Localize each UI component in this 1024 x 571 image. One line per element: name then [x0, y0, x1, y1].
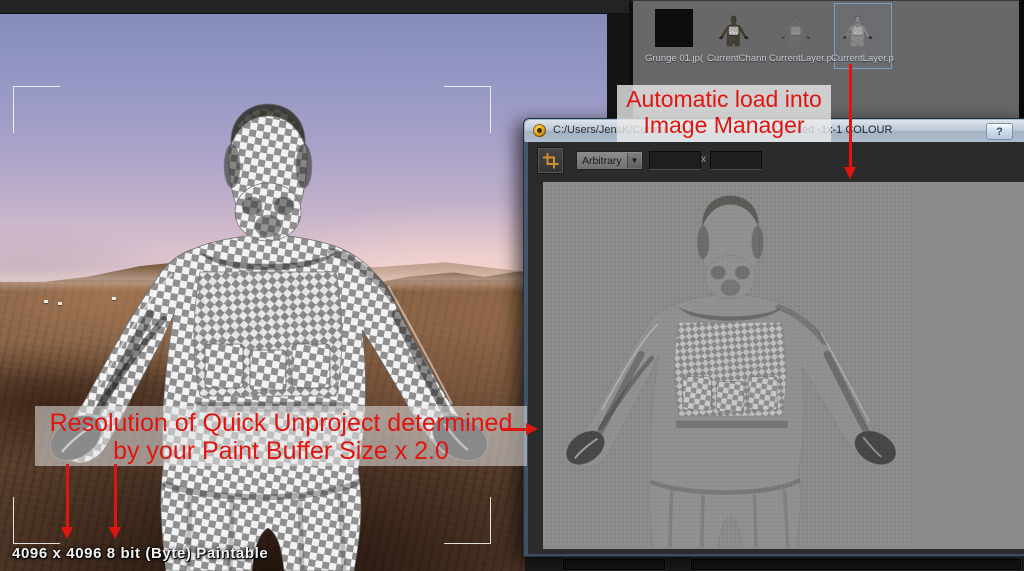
- thumbnail-label: CurrentChann: [707, 53, 767, 64]
- chevron-down-icon: ▼: [627, 153, 641, 168]
- resolution-status-text: 4096 x 4096 8 bit (Byte) Paintable: [12, 545, 268, 562]
- annotation-line: Automatic load into: [617, 87, 831, 113]
- help-button[interactable]: ?: [986, 123, 1013, 140]
- arrow-to-window: [501, 428, 533, 431]
- height-input[interactable]: [710, 151, 762, 170]
- thumbnail-label: CurrentLayer.p: [769, 53, 832, 64]
- grunge-thumbnail-image: [654, 6, 694, 50]
- top-menu-bar: [0, 0, 633, 14]
- aspect-preset-dropdown[interactable]: Arbitrary ▼: [576, 151, 643, 170]
- faint-thumbnail-image: [778, 6, 818, 50]
- crop-button[interactable]: [537, 147, 564, 174]
- unprojected-character: [545, 184, 913, 547]
- thumbnail-current-channel[interactable]: CurrentChann: [706, 3, 768, 69]
- thumbnail-label: CurrentLayer.p: [831, 53, 894, 64]
- annotation-resolution: Resolution of Quick Unproject determined…: [35, 406, 527, 466]
- panel-edge: [1019, 0, 1024, 122]
- viewport-canvas[interactable]: [0, 14, 607, 571]
- shelf-slot: [563, 559, 665, 570]
- width-input[interactable]: [649, 151, 701, 170]
- thumbnail-current-layer-1[interactable]: CurrentLayer.p: [768, 3, 830, 69]
- arrow-to-resolution-2: [114, 464, 117, 534]
- character-model[interactable]: [0, 14, 607, 571]
- annotation-line: by your Paint Buffer Size x 2.0: [35, 437, 527, 465]
- crop-icon: [543, 153, 559, 169]
- arrow-to-image-canvas: [849, 64, 852, 174]
- window-client-area: Arbitrary ▼ x: [528, 142, 1024, 554]
- camera-frame-bracket: [444, 497, 491, 544]
- character-thumbnail-image: [716, 6, 756, 50]
- image-canvas-backdrop: [543, 182, 1024, 549]
- lower-shelf: [525, 557, 1024, 571]
- shelf-slot: [691, 559, 1021, 570]
- annotation-line: Resolution of Quick Unproject determined: [35, 409, 527, 437]
- arrow-to-resolution-1: [66, 464, 69, 534]
- camera-frame-bracket: [13, 86, 60, 133]
- camera-frame-bracket: [444, 86, 491, 133]
- camera-frame-bracket: [13, 497, 60, 544]
- annotation-auto-load: Automatic load into Image Manager: [617, 85, 831, 142]
- preset-label: Arbitrary: [577, 155, 627, 167]
- thumbnail-current-layer-2-selected[interactable]: CurrentLayer.p: [830, 3, 892, 69]
- unprojected-image-canvas[interactable]: [545, 184, 913, 547]
- image-viewer-window: C:/Users/JensK/Curren 1547 Scaled -1x-1 …: [523, 118, 1024, 557]
- unproject-thumbnail-image: [840, 6, 880, 50]
- window-toolbar: Arbitrary ▼ x: [528, 142, 1024, 180]
- dimension-separator: x: [701, 154, 706, 165]
- annotation-line: Image Manager: [617, 113, 831, 139]
- thumbnail-grunge[interactable]: Grunge 01.jp(: [644, 3, 706, 69]
- thumbnail-label: Grunge 01.jp(: [645, 53, 703, 64]
- window-icon: [533, 124, 546, 137]
